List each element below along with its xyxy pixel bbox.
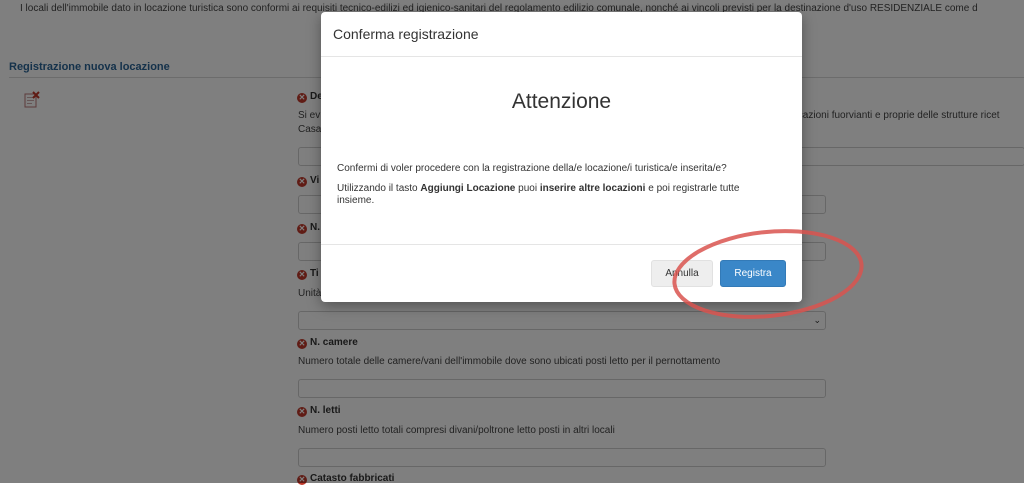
modal-title: Conferma registrazione [333, 26, 479, 42]
hint-bold-add: Aggiungi Locazione [420, 183, 516, 194]
hint-text: Utilizzando il tasto Aggiungi Locazione … [337, 183, 740, 206]
highlight-circle [672, 229, 864, 319]
modal-header: Conferma registrazione [321, 12, 802, 57]
confirm-text: Confermi di voler procedere con la regis… [337, 163, 727, 174]
hint-bold-insert: inserire altre locazioni [539, 183, 646, 194]
modal-heading: Attenzione [511, 90, 612, 113]
